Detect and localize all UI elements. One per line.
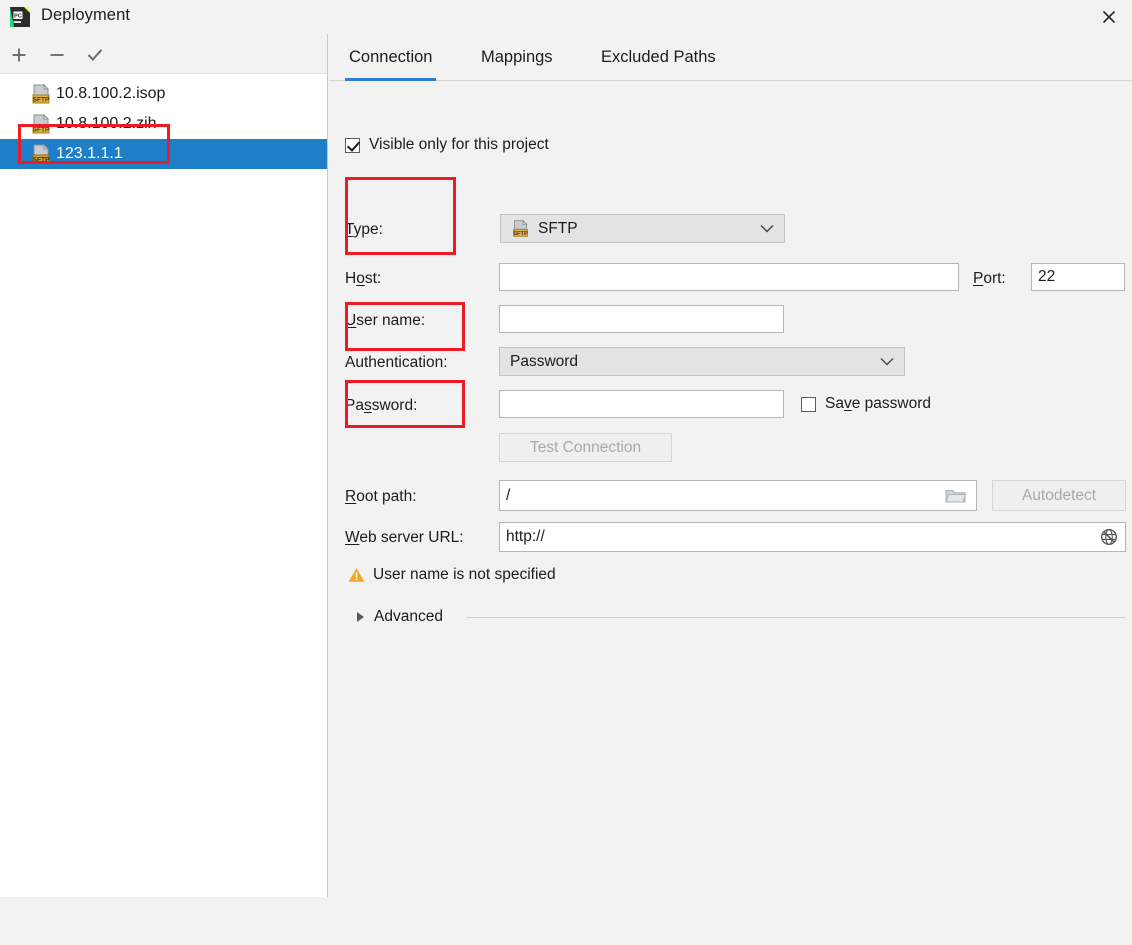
svg-text:PC: PC (14, 14, 22, 20)
type-value: SFTP (538, 219, 578, 237)
authentication-combobox[interactable]: Password (499, 347, 905, 376)
list-item[interactable]: SFTP 10.8.100.2.isop (0, 79, 327, 109)
tab-label: Mappings (481, 48, 553, 66)
root-path-input[interactable] (499, 480, 977, 511)
connection-form: Visible only for this project Type: SFTP… (329, 81, 1132, 897)
host-input[interactable] (499, 263, 959, 291)
list-item-selected[interactable]: SFTP 123.1.1.1 (0, 139, 327, 169)
sftp-icon: SFTP (30, 83, 52, 105)
user-name-input[interactable] (499, 305, 784, 333)
deployment-dialog: PC Deployment SFTP 10.8.100.2.isop SFTP … (0, 0, 1132, 945)
password-label: Password: (345, 397, 418, 414)
list-item-label: 123.1.1.1 (56, 145, 123, 162)
list-item[interactable]: SFTP 10.8.100.2.zih (0, 109, 327, 139)
dialog-footer: ? OK Cancel CSDN @zhfh0425 (0, 897, 1132, 945)
authentication-label-text: Authentication: (345, 354, 448, 371)
root-path-label-rest: oot path: (356, 488, 417, 505)
web-server-url-label: Web server URL: (345, 529, 464, 546)
user-name-label: User name: (345, 312, 426, 329)
type-label-rest: ype: (353, 221, 383, 238)
server-list-toolbar (0, 34, 327, 74)
visible-only-label: Visible only for this project (369, 136, 549, 153)
validation-warning: User name is not specified (348, 566, 556, 584)
checkbox-box (801, 396, 816, 412)
advanced-section-toggle[interactable]: Advanced (357, 608, 443, 626)
svg-text:SFTP: SFTP (33, 97, 50, 104)
server-list[interactable]: SFTP 10.8.100.2.isop SFTP 10.8.100.2.zih (0, 75, 327, 897)
list-item-label: 10.8.100.2.isop (56, 85, 166, 102)
autodetect-button[interactable]: Autodetect (992, 480, 1126, 511)
autodetect-label: Autodetect (1021, 486, 1097, 504)
save-password-checkbox[interactable]: Sa v e password (801, 395, 931, 413)
tab-label: Excluded Paths (601, 48, 716, 66)
svg-text:SFTP: SFTP (33, 157, 50, 164)
sftp-icon: SFTP (511, 219, 530, 238)
password-input[interactable] (499, 390, 784, 418)
close-icon[interactable] (1086, 0, 1132, 34)
port-label-rest: ort: (983, 270, 1006, 287)
type-combobox[interactable]: SFTP SFTP (500, 214, 785, 243)
web-server-url-input[interactable] (499, 522, 1126, 552)
chevron-down-icon[interactable] (880, 353, 894, 371)
test-connection-label: Test Connection (529, 438, 642, 456)
tab-label: Connection (349, 48, 433, 66)
folder-icon[interactable] (939, 482, 973, 509)
root-path-label: Root path: (345, 488, 417, 505)
connection-settings-panel: Connection Mappings Excluded Paths Visib… (329, 34, 1132, 897)
pycharm-icon: PC (10, 7, 30, 27)
password-label-rest: sword: (371, 397, 418, 414)
user-name-label-rest: ser name: (356, 312, 426, 329)
advanced-label: Advanced (374, 608, 443, 625)
advanced-separator (466, 617, 1126, 618)
authentication-value: Password (510, 352, 579, 370)
port-label: Port: (973, 270, 1006, 287)
sftp-icon: SFTP (30, 143, 52, 165)
minus-icon[interactable] (44, 42, 70, 68)
warning-icon (348, 567, 365, 583)
svg-text:SFTP: SFTP (513, 231, 528, 237)
tab-bar: Connection Mappings Excluded Paths (329, 34, 1132, 81)
plus-icon[interactable] (6, 42, 32, 68)
list-item-label: 10.8.100.2.zih (56, 115, 157, 132)
window-title: Deployment (41, 6, 131, 24)
type-label: Type: (345, 221, 383, 238)
test-connection-button[interactable]: Test Connection (499, 433, 672, 462)
check-icon[interactable] (82, 42, 108, 68)
host-label: Host: (345, 270, 382, 287)
host-label-rest: st: (364, 270, 382, 287)
checkbox-box (345, 137, 360, 153)
save-password-label-rest: e password (851, 395, 931, 412)
title-bar: PC Deployment (0, 0, 1132, 34)
chevron-down-icon[interactable] (760, 220, 774, 238)
visible-only-checkbox[interactable]: Visible only for this project (345, 136, 549, 154)
validation-warning-text: User name is not specified (373, 566, 556, 583)
tab-excluded-paths[interactable]: Excluded Paths (597, 34, 720, 81)
authentication-label: Authentication: (345, 354, 448, 372)
sftp-icon: SFTP (30, 113, 52, 135)
web-server-url-label-rest: eb server URL: (359, 529, 464, 546)
port-input[interactable] (1031, 263, 1125, 291)
svg-text:SFTP: SFTP (33, 127, 50, 134)
triangle-right-icon (357, 612, 364, 622)
tab-mappings[interactable]: Mappings (477, 34, 557, 81)
server-list-panel: SFTP 10.8.100.2.isop SFTP 10.8.100.2.zih (0, 34, 328, 897)
tab-connection[interactable]: Connection (345, 34, 437, 81)
globe-icon[interactable] (1094, 524, 1124, 550)
